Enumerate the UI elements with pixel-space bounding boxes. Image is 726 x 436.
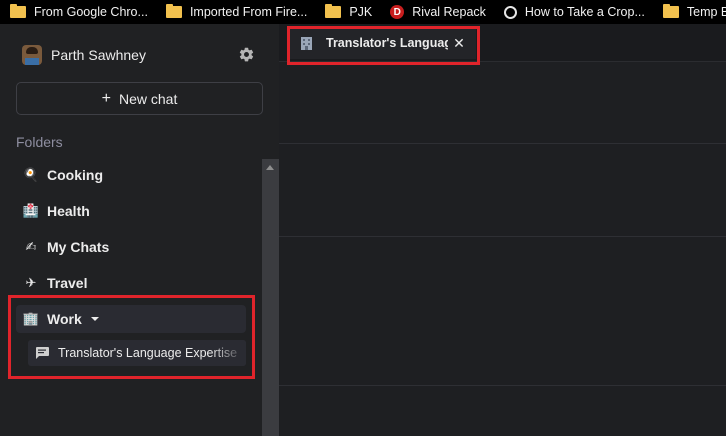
office-building-emoji-icon: 🏢 [22,311,40,326]
bookmarks-bar: From Google Chro... Imported From Fire..… [0,0,726,24]
chat-item-label: Translator's Language Expertise [58,346,238,360]
bookmark-label: PJK [349,5,373,19]
folder-icon [662,4,679,18]
folder-icon [165,4,182,18]
profile-menu[interactable]: Parth Sawhney [22,43,146,67]
chat-item-translators-language-expertise[interactable]: Translator's Language Expertise [28,340,246,366]
bookmark-label: How to Take a Crop... [524,5,645,19]
chat-bubble-icon [36,347,49,359]
globe-icon [503,5,517,19]
rival-repack-icon: D [390,5,405,19]
folders-heading: Folders [16,134,63,150]
tab-bar: Translator's Language Expertise ✕ [279,24,726,62]
bookmark-imported-from-firefox[interactable]: Imported From Fire... [156,0,315,24]
new-chat-label: New chat [118,90,178,107]
bookmark-label: From Google Chro... [34,5,148,19]
folder-my-chats[interactable]: ✍ My Chats [16,233,246,261]
folder-label: Cooking [47,167,103,183]
folder-label: Health [47,203,90,219]
folder-icon [325,4,342,18]
bookmark-label: Rival Repack [412,5,486,19]
plus-icon: + [101,89,111,107]
new-chat-button[interactable]: + New chat [16,82,263,115]
tab-title: Translator's Language Expertise [326,36,448,50]
folder-label: Work [47,311,82,327]
writing-hand-emoji-icon: ✍ [25,239,37,254]
cooking-emoji-icon: 🍳 [22,167,40,182]
profile-name: Parth Sawhney [51,47,146,63]
sidebar: Parth Sawhney + New chat Folders 🍳 Cooki… [0,24,279,436]
folder-label: Travel [47,275,88,291]
bookmark-pjk[interactable]: PJK [315,0,380,24]
bookmark-temp-bookmark[interactable]: Temp Bookmark [653,0,726,24]
avatar [22,45,42,65]
folder-travel[interactable]: ✈ Travel [16,269,246,297]
content-divider [279,236,726,237]
sidebar-scrollbar[interactable] [262,159,279,436]
bookmark-label: Imported From Fire... [189,5,308,19]
folder-cooking[interactable]: 🍳 Cooking [16,161,246,189]
bookmark-label: Temp Bookmark [686,5,726,19]
tab-translators-language-expertise[interactable]: Translator's Language Expertise ✕ [290,27,476,59]
bookmark-rival-repack[interactable]: D Rival Repack [380,0,494,24]
chevron-down-icon [90,317,99,321]
folder-work[interactable]: 🏢 Work [16,305,246,333]
health-emoji-icon: 🏥 [22,203,40,218]
scroll-up-arrow-icon[interactable] [266,165,274,170]
close-icon[interactable]: ✕ [452,35,466,52]
bookmark-how-to-take-a-crop[interactable]: How to Take a Crop... [494,0,653,24]
gear-icon[interactable] [238,46,255,63]
main-area: Translator's Language Expertise ✕ [279,24,726,436]
folder-icon [10,4,26,18]
content-divider [279,385,726,386]
airplane-emoji-icon: ✈ [25,275,37,290]
office-building-icon [301,36,312,50]
bookmark-from-google-chrome[interactable]: From Google Chro... [0,0,156,24]
content-divider [279,143,726,144]
folder-label: My Chats [47,239,110,255]
folder-health[interactable]: 🏥 Health [16,197,246,225]
